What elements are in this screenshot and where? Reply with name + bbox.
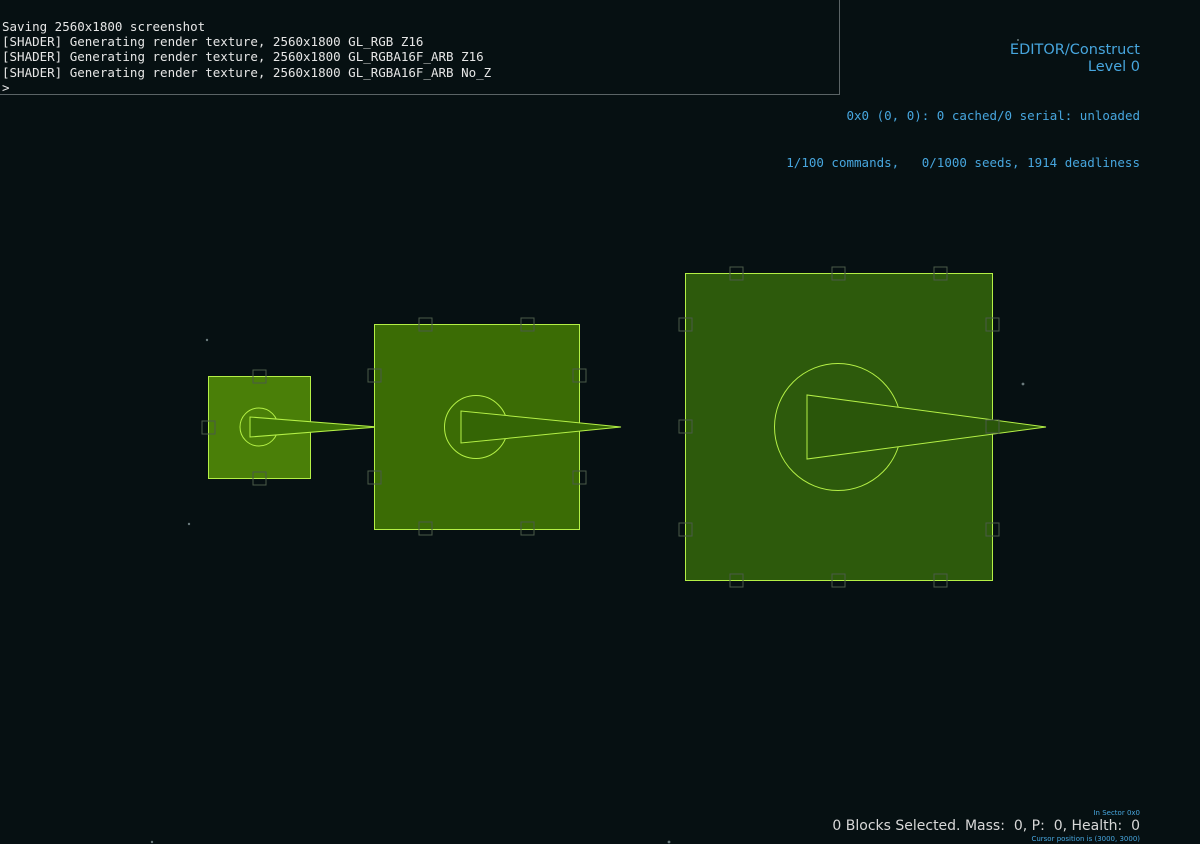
editor-mode-hud: EDITOR/Construct Level 0 xyxy=(1010,41,1140,76)
console-line: [SHADER] Generating render texture, 2560… xyxy=(2,64,492,80)
star xyxy=(1021,382,1025,386)
small-cannon-block[interactable] xyxy=(201,369,379,486)
star xyxy=(150,840,154,844)
star xyxy=(187,522,191,526)
sector-stats-line: 1/100 commands, 0/1000 seeds, 1914 deadl… xyxy=(786,154,1140,170)
cursor-position-label: Cursor position is (3000, 3000) xyxy=(1031,835,1140,843)
console-panel[interactable]: Saving 2560x1800 screenshot [SHADER] Gen… xyxy=(0,0,840,95)
level-label: Level 0 xyxy=(1087,59,1140,75)
medium-cannon-block[interactable] xyxy=(367,317,622,536)
console-line: [SHADER] Generating render texture, 2560… xyxy=(2,34,424,50)
editor-mode-label: EDITOR/Construct xyxy=(1009,42,1140,58)
selection-status: 0 Blocks Selected. Mass: 0, P: 0, Health… xyxy=(832,818,1140,834)
star xyxy=(205,338,209,342)
console-input[interactable]: > xyxy=(2,80,839,95)
console-line: Saving 2560x1800 screenshot xyxy=(2,19,206,34)
sector-stats-line: 0x0 (0, 0): 0 cached/0 serial: unloaded xyxy=(846,108,1141,123)
sector-stats: 0x0 (0, 0): 0 cached/0 serial: unloaded … xyxy=(786,77,1140,186)
cannon-barrel xyxy=(249,416,379,438)
large-cannon-block[interactable] xyxy=(678,266,1047,588)
status-hud: In Sector 0x0 0 Blocks Selected. Mass: 0… xyxy=(832,809,1140,844)
star xyxy=(667,840,671,844)
sector-label: In Sector 0x0 xyxy=(1093,809,1140,817)
console-line: [SHADER] Generating render texture, 2560… xyxy=(2,49,484,65)
